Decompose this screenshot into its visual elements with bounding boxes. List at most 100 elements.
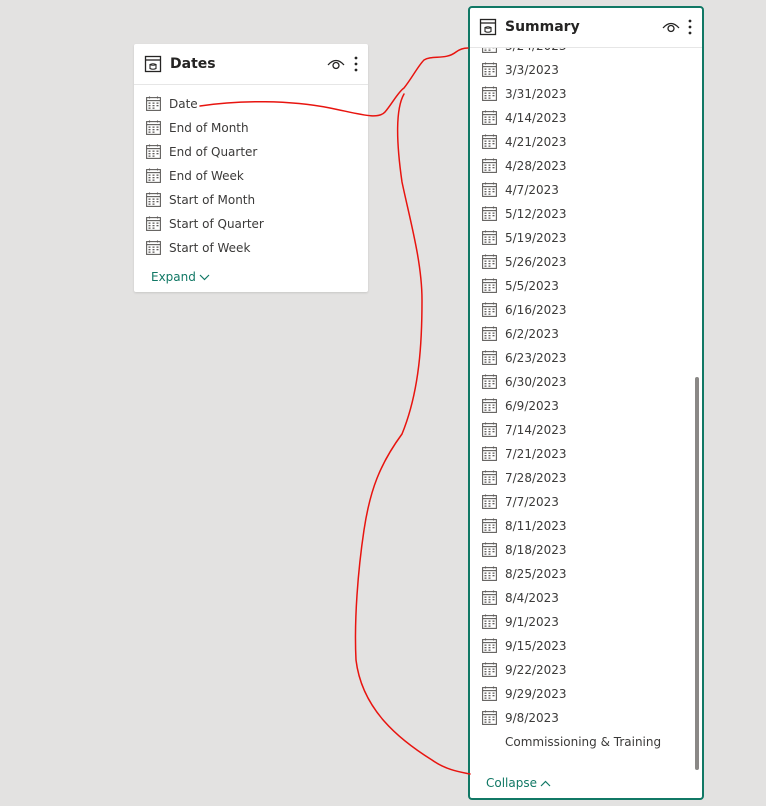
calendar-icon xyxy=(146,168,161,183)
summary-field-item[interactable]: 5/12/2023 xyxy=(470,202,702,226)
summary-field-item[interactable]: 5/26/2023 xyxy=(470,250,702,274)
field-label: Start of Quarter xyxy=(169,217,264,231)
calendar-icon xyxy=(482,374,497,389)
summary-field-item[interactable]: 7/21/2023 xyxy=(470,442,702,466)
summary-field-item[interactable]: 4/7/2023 xyxy=(470,178,702,202)
field-label: 9/29/2023 xyxy=(505,687,567,701)
summary-field-item[interactable]: 6/30/2023 xyxy=(470,370,702,394)
calendar-icon xyxy=(482,206,497,221)
summary-table-card[interactable]: Summary 3/24/2023 3/3/2023 3/31/2023 4/14/2… xyxy=(468,6,704,800)
dates-field-item[interactable]: Date xyxy=(134,92,368,116)
field-label: 9/1/2023 xyxy=(505,615,559,629)
field-label: End of Quarter xyxy=(169,145,258,159)
calendar-icon xyxy=(482,158,497,173)
summary-field-item[interactable]: Commissioning & Training xyxy=(470,730,702,754)
summary-field-item[interactable]: 5/19/2023 xyxy=(470,226,702,250)
field-label: 4/7/2023 xyxy=(505,183,559,197)
field-label: 9/15/2023 xyxy=(505,639,567,653)
field-label: Start of Month xyxy=(169,193,256,207)
field-label: 5/19/2023 xyxy=(505,231,567,245)
calendar-icon xyxy=(482,350,497,365)
field-label: Date xyxy=(169,97,198,111)
collapse-label: Collapse xyxy=(486,776,537,790)
summary-field-item[interactable]: 8/25/2023 xyxy=(470,562,702,586)
summary-field-list[interactable]: 3/24/2023 3/3/2023 3/31/2023 4/14/2023 4/21/… xyxy=(470,48,702,776)
summary-field-item[interactable]: 8/11/2023 xyxy=(470,514,702,538)
summary-field-item[interactable]: 9/1/2023 xyxy=(470,610,702,634)
summary-field-item[interactable]: 3/3/2023 xyxy=(470,58,702,82)
field-label: Start of Week xyxy=(169,241,251,255)
chevron-up-icon xyxy=(540,780,551,787)
field-label: 8/11/2023 xyxy=(505,519,567,533)
expand-button[interactable]: Expand xyxy=(151,269,210,285)
field-label: 8/18/2023 xyxy=(505,543,567,557)
field-label: 6/23/2023 xyxy=(505,351,567,365)
field-label: 7/14/2023 xyxy=(505,423,567,437)
field-label: 7/21/2023 xyxy=(505,447,567,461)
field-label: 9/8/2023 xyxy=(505,711,559,725)
dates-field-item[interactable]: End of Month xyxy=(134,116,368,140)
eye-icon[interactable] xyxy=(327,57,345,71)
calendar-icon xyxy=(482,566,497,581)
summary-field-item[interactable]: 9/22/2023 xyxy=(470,658,702,682)
calendar-icon xyxy=(146,96,161,111)
calendar-icon xyxy=(482,542,497,557)
more-options-icon[interactable] xyxy=(687,18,693,36)
summary-field-item[interactable]: 4/28/2023 xyxy=(470,154,702,178)
summary-field-item[interactable]: 7/28/2023 xyxy=(470,466,702,490)
summary-field-item[interactable]: 4/21/2023 xyxy=(470,130,702,154)
dates-table-card[interactable]: Dates Date End of Month End of Quarter End … xyxy=(134,44,368,292)
calendar-icon xyxy=(482,590,497,605)
field-label: 4/21/2023 xyxy=(505,135,567,149)
summary-field-item[interactable]: 8/4/2023 xyxy=(470,586,702,610)
field-label: End of Month xyxy=(169,121,249,135)
calendar-icon xyxy=(146,240,161,255)
more-options-icon[interactable] xyxy=(353,55,359,73)
summary-field-item[interactable]: 5/5/2023 xyxy=(470,274,702,298)
summary-field-item[interactable]: 7/14/2023 xyxy=(470,418,702,442)
summary-card-header[interactable]: Summary xyxy=(470,8,702,48)
field-label: 7/28/2023 xyxy=(505,471,567,485)
summary-field-item[interactable]: 6/2/2023 xyxy=(470,322,702,346)
dates-field-item[interactable]: Start of Week xyxy=(134,236,368,260)
calendar-icon xyxy=(482,446,497,461)
calendar-icon xyxy=(482,686,497,701)
field-label: 5/12/2023 xyxy=(505,207,567,221)
calendar-icon xyxy=(482,398,497,413)
summary-scrollbar[interactable] xyxy=(695,377,699,770)
calendar-icon xyxy=(482,614,497,629)
dates-field-item[interactable]: Start of Month xyxy=(134,188,368,212)
summary-field-item[interactable]: 3/24/2023 xyxy=(470,48,702,58)
calendar-icon xyxy=(482,302,497,317)
summary-field-item[interactable]: 7/7/2023 xyxy=(470,490,702,514)
calendar-icon xyxy=(482,110,497,125)
calendar-icon xyxy=(482,470,497,485)
calendar-icon xyxy=(482,62,497,77)
field-label: 5/26/2023 xyxy=(505,255,567,269)
summary-field-item[interactable]: 9/29/2023 xyxy=(470,682,702,706)
calendar-icon xyxy=(482,182,497,197)
summary-field-item[interactable]: 3/31/2023 xyxy=(470,82,702,106)
dates-card-title: Dates xyxy=(170,56,216,72)
dates-field-item[interactable]: Start of Quarter xyxy=(134,212,368,236)
dates-card-header[interactable]: Dates xyxy=(134,44,368,85)
collapse-button[interactable]: Collapse xyxy=(486,775,551,791)
summary-field-item[interactable]: 6/16/2023 xyxy=(470,298,702,322)
summary-field-item[interactable]: 6/9/2023 xyxy=(470,394,702,418)
summary-field-item[interactable]: 9/15/2023 xyxy=(470,634,702,658)
dates-field-item[interactable]: End of Quarter xyxy=(134,140,368,164)
summary-field-item[interactable]: 4/14/2023 xyxy=(470,106,702,130)
field-label: 5/5/2023 xyxy=(505,279,559,293)
dates-field-item[interactable]: End of Week xyxy=(134,164,368,188)
summary-field-item[interactable]: 9/8/2023 xyxy=(470,706,702,730)
table-icon xyxy=(144,55,162,73)
summary-field-item[interactable]: 8/18/2023 xyxy=(470,538,702,562)
calendar-icon xyxy=(482,518,497,533)
calendar-icon xyxy=(482,230,497,245)
field-label: 6/9/2023 xyxy=(505,399,559,413)
calendar-icon xyxy=(146,144,161,159)
summary-field-item[interactable]: 6/23/2023 xyxy=(470,346,702,370)
expand-label: Expand xyxy=(151,270,196,284)
eye-icon[interactable] xyxy=(662,20,680,34)
field-label: 3/31/2023 xyxy=(505,87,567,101)
